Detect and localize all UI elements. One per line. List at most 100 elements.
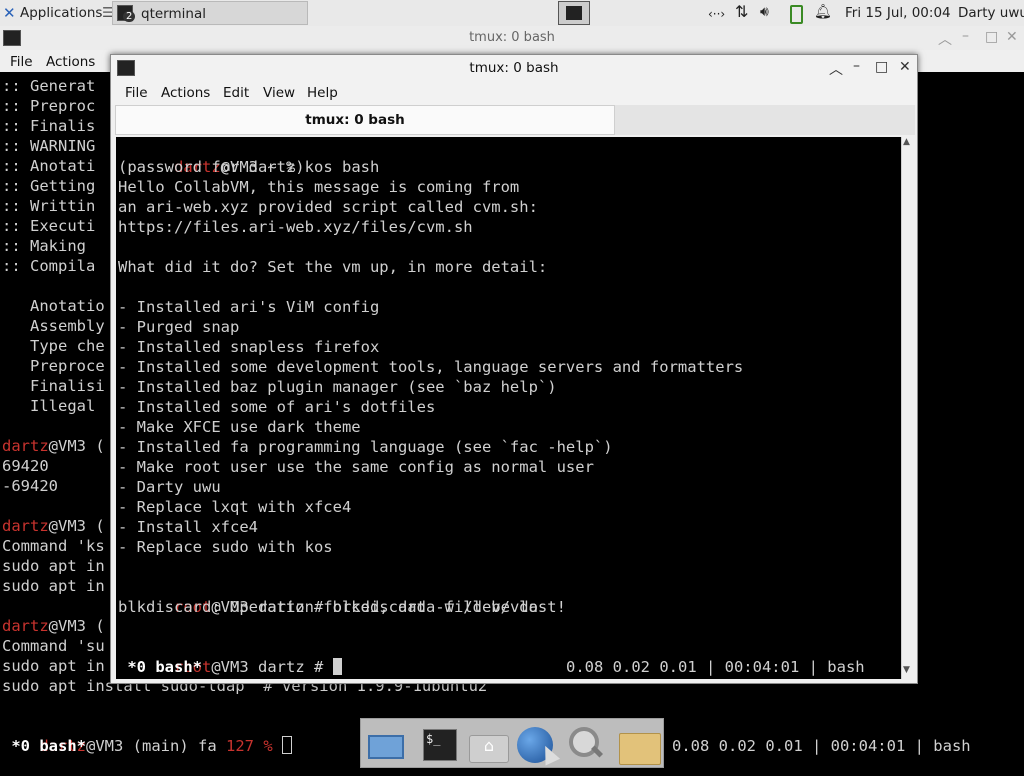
front-terminal-line: - Installed baz plugin manager (see `baz…	[118, 378, 557, 396]
back-menu-file[interactable]: File	[10, 54, 33, 70]
scroll-up-arrow-icon[interactable]: ▲	[903, 137, 910, 147]
back-terminal-line: :: Getting	[2, 177, 96, 195]
prompt-user: dartz	[2, 517, 49, 535]
blkdiscard-output: blkdiscard: Operation forced, data will …	[118, 598, 566, 616]
taskbar-item-label: qterminal	[141, 6, 206, 22]
front-window-minimize-button[interactable]: –	[853, 58, 860, 74]
front-terminal-line: - Make root user use the same config as …	[118, 458, 594, 476]
front-terminal-line: - Installed some development tools, lang…	[118, 358, 744, 376]
top-panel: ✕ Applications ☰ 2 qterminal ‹··› ⇅ 🔊︎ 🔔…	[0, 0, 1024, 27]
back-terminal-line: sudo apt in	[2, 557, 105, 575]
back-menu-actions[interactable]: Actions	[46, 54, 95, 70]
front-terminal-line: Hello CollabVM, this message is coming f…	[118, 178, 520, 196]
front-window-maximize-button[interactable]: □	[875, 59, 888, 75]
back-terminal-line: Command 'su	[2, 637, 105, 655]
back-terminal-line: sudo apt in	[2, 657, 105, 675]
front-terminal-line: - Replace sudo with kos	[118, 538, 333, 556]
front-terminal-line: - Darty uwu	[118, 478, 221, 496]
front-terminal-output[interactable]: dartz@VM3 ~ % kos bash (password for dar…	[116, 137, 901, 679]
scroll-down-arrow-icon[interactable]: ▼	[903, 665, 910, 675]
back-terminal-line: :: WARNING	[2, 137, 96, 155]
front-window-shade-chevron-icon[interactable]: ︿	[829, 59, 843, 79]
volume-icon[interactable]: 🔊︎	[760, 4, 769, 20]
front-tmux-status-right: 0.08 0.02 0.01 | 00:04:01 | bash	[566, 658, 865, 676]
back-terminal-line: Command 'ks	[2, 537, 105, 555]
dock: $_ ⌂	[360, 718, 664, 768]
workspace-switcher[interactable]	[558, 1, 590, 25]
prompt-user: dartz	[2, 617, 49, 635]
back-window-titlebar[interactable]: tmux: 0 bash ︿ – □ ✕	[0, 26, 1024, 51]
front-window-title: tmux: 0 bash	[469, 60, 559, 76]
back-terminal-line: :: Compila	[2, 257, 96, 275]
back-terminal-line: dartz@VM3 (	[2, 437, 105, 455]
back-terminal-line: Finalisi	[2, 377, 105, 395]
back-window-title: tmux: 0 bash	[469, 30, 555, 45]
back-tmux-status-right: 0.08 0.02 0.01 | 00:04:01 | bash	[672, 737, 971, 755]
back-terminal-line: :: Executi	[2, 217, 96, 235]
front-terminal-window: tmux: 0 bash ︿ – □ ✕ File Actions Edit V…	[110, 54, 918, 684]
back-window-close-button[interactable]: ✕	[1006, 29, 1018, 45]
back-terminal-line: :: Finalis	[2, 117, 96, 135]
cursor	[332, 658, 342, 675]
window-count-badge: 2	[123, 11, 136, 22]
search-icon[interactable]	[565, 725, 607, 765]
front-terminal-line: https://files.ari-web.xyz/files/cvm.sh	[118, 218, 473, 236]
prompt-user: dartz	[2, 437, 49, 455]
front-terminal-line: - Installed snapless firefox	[118, 338, 380, 356]
back-terminal-line: :: Making	[2, 237, 86, 255]
back-terminal-line: Preproce	[2, 357, 105, 375]
back-terminal-line: :: Anotati	[2, 157, 96, 175]
front-terminal-line: - Purged snap	[118, 318, 240, 336]
home-folder-icon[interactable]: ⌂	[467, 725, 509, 765]
folder-icon[interactable]	[617, 725, 661, 765]
network-icon[interactable]: ‹··›	[708, 7, 725, 21]
battery-icon[interactable]	[790, 5, 803, 24]
applications-menu-button[interactable]: Applications	[20, 5, 102, 21]
back-terminal-line: -69420	[2, 477, 58, 495]
back-terminal-line: sudo apt in	[2, 577, 105, 595]
user-menu[interactable]: Darty uwu	[958, 5, 1024, 21]
transfer-icon[interactable]: ⇅	[735, 2, 748, 21]
back-terminal-line: 69420	[2, 457, 49, 475]
front-window-menubar: File Actions Edit View Help	[111, 81, 917, 105]
workspace-terminal-icon	[566, 6, 582, 20]
front-menu-actions[interactable]: Actions	[161, 85, 210, 101]
exit-code: 127	[225, 737, 254, 755]
taskbar-item-qterminal[interactable]: 2 qterminal	[112, 1, 308, 25]
notification-bell-icon[interactable]: 🔔︎	[814, 4, 832, 20]
front-scrollbar[interactable]: ▲ ▼	[901, 137, 914, 679]
front-menu-view[interactable]: View	[263, 85, 295, 101]
terminal-icon[interactable]: $_	[419, 725, 461, 765]
clock[interactable]: Fri 15 Jul, 00:04	[845, 5, 951, 21]
front-tmux-status-left: *0 bash*	[118, 658, 202, 676]
back-terminal-line: :: Preproc	[2, 97, 96, 115]
back-window-maximize-chevron-icon[interactable]: ︿	[938, 29, 952, 49]
front-terminal-line: What did it do? Set the vm up, in more d…	[118, 258, 548, 276]
front-terminal-line: - Installed ari's ViM config	[118, 298, 380, 316]
back-window-maximize-button[interactable]: □	[985, 29, 998, 45]
back-terminal-line: :: Writtin	[2, 197, 96, 215]
front-menu-edit[interactable]: Edit	[223, 85, 249, 101]
show-desktop-icon[interactable]	[365, 725, 407, 765]
back-terminal-line: Anotatio	[2, 297, 105, 315]
back-terminal-line: :: Generat	[2, 77, 96, 95]
front-terminal-line: - Replace lxqt with xfce4	[118, 498, 352, 516]
front-terminal-line: - Make XFCE use dark theme	[118, 418, 361, 436]
applications-menu-icon[interactable]: ✕	[3, 4, 16, 22]
back-terminal-line: Illegal	[2, 397, 96, 415]
front-tabbar: tmux: 0 bash	[115, 105, 915, 135]
front-terminal-line: (password for dartz)	[118, 158, 305, 176]
front-menu-help[interactable]: Help	[307, 85, 338, 101]
front-terminal-line: an ari-web.xyz provided script called cv…	[118, 198, 538, 216]
front-window-close-button[interactable]: ✕	[899, 59, 911, 75]
front-menu-file[interactable]: File	[125, 85, 148, 101]
back-terminal-line: Type che	[2, 337, 105, 355]
back-terminal-line: Assembly	[2, 317, 105, 335]
tab-tmux-0-bash[interactable]: tmux: 0 bash	[115, 105, 615, 135]
front-window-titlebar[interactable]: tmux: 0 bash ︿ – □ ✕	[111, 55, 917, 81]
web-browser-icon[interactable]	[515, 725, 561, 766]
back-terminal-line: dartz@VM3 (	[2, 517, 105, 535]
front-terminal-line: - Installed fa programming language (see…	[118, 438, 613, 456]
front-terminal-line: - Installed some of ari's dotfiles	[118, 398, 436, 416]
back-window-minimize-button[interactable]: –	[962, 28, 969, 44]
